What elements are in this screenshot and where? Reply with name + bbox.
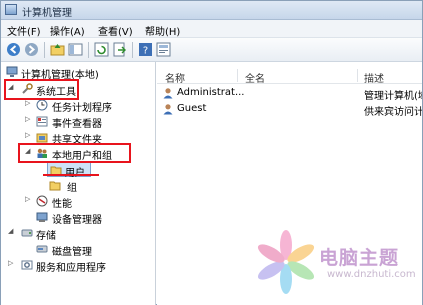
user-description: 管理计算机(域 <box>364 91 422 102</box>
column-header-name[interactable]: 名称 <box>165 70 185 85</box>
highlight-local-users-groups <box>18 143 131 163</box>
tree-item-device-manager[interactable]: 设备管理器 <box>3 210 153 226</box>
toolbar-separator <box>44 42 45 58</box>
tree-label: 服务和应用程序 <box>36 263 106 274</box>
column-header-fullname[interactable]: 全名 <box>245 70 265 85</box>
collapse-arrow-icon[interactable]: ◢ <box>8 227 16 235</box>
watermark-logo: 电脑主题 www.dnzhuti.com <box>247 221 422 303</box>
shared-folder-icon <box>36 133 48 143</box>
services-icon <box>21 260 33 270</box>
computer-icon <box>6 66 18 77</box>
tree-label: 存储 <box>36 231 56 242</box>
tree-label: 性能 <box>52 199 72 210</box>
watermark-url: www.dnzhuti.com <box>327 269 416 280</box>
device-manager-icon <box>36 212 48 222</box>
column-divider[interactable] <box>357 69 358 82</box>
computer-management-icon <box>5 4 17 15</box>
tree-item-services-apps[interactable]: ▷ 服务和应用程序 <box>3 258 153 274</box>
tree-item-disk-management[interactable]: 磁盘管理 <box>3 242 153 258</box>
list-header: 名称 全名 描述 <box>157 67 422 85</box>
expand-arrow-icon[interactable]: ▷ <box>25 115 33 123</box>
tree-label: 任务计划程序 <box>52 103 112 114</box>
menu-help[interactable]: 帮助(H) <box>145 23 180 38</box>
column-header-description[interactable]: 描述 <box>364 70 384 85</box>
tree-label: 组 <box>67 183 77 194</box>
tree-item-performance[interactable]: ▷ 性能 <box>3 194 153 210</box>
user-description: 供来宾访问计 <box>364 107 422 118</box>
svg-text:?: ? <box>143 46 148 57</box>
toolbar-separator <box>132 42 133 58</box>
expand-arrow-icon[interactable]: ▷ <box>25 195 33 203</box>
up-folder-icon[interactable] <box>50 42 65 57</box>
toolbar: ? <box>1 38 422 62</box>
menu-bar: 文件(F) 操作(A) 查看(V) 帮助(H) <box>1 20 422 38</box>
console-tree: 计算机管理(本地) ◢ 系统工具 ▷ 任务计划程序 ▷ 事件查看器 ▷ 共享文件… <box>1 62 156 305</box>
user-icon <box>163 88 173 99</box>
computer-management-window: 计算机管理 文件(F) 操作(A) 查看(V) 帮助(H) ? 计算机管理(本地… <box>0 0 423 305</box>
user-name: Guest <box>177 103 207 114</box>
expand-arrow-icon[interactable]: ▷ <box>8 259 16 267</box>
disk-icon <box>36 245 48 253</box>
refresh-icon[interactable] <box>94 42 109 57</box>
menu-file[interactable]: 文件(F) <box>7 23 41 38</box>
pinwheel-logo-icon <box>257 230 315 294</box>
highlight-users-underline <box>43 174 99 176</box>
properties-icon[interactable] <box>156 42 171 57</box>
tree-item-task-scheduler[interactable]: ▷ 任务计划程序 <box>3 98 153 114</box>
column-divider[interactable] <box>237 69 238 82</box>
list-item[interactable]: Guest 供来宾访问计 <box>157 101 422 118</box>
storage-icon <box>21 229 33 237</box>
expand-arrow-icon[interactable]: ▷ <box>25 131 33 139</box>
toolbar-separator <box>88 42 89 58</box>
back-arrow-icon[interactable] <box>6 42 21 57</box>
tree-item-event-viewer[interactable]: ▷ 事件查看器 <box>3 114 153 130</box>
tree-item-computer-management[interactable]: 计算机管理(本地) <box>3 65 153 81</box>
tree-item-storage[interactable]: ◢ 存储 <box>3 226 153 242</box>
menu-action[interactable]: 操作(A) <box>50 23 85 38</box>
help-icon[interactable]: ? <box>138 42 153 57</box>
expand-arrow-icon[interactable]: ▷ <box>25 99 33 107</box>
user-name: Administrat... <box>177 87 245 98</box>
event-viewer-icon <box>36 116 48 127</box>
highlight-system-tools <box>4 79 79 100</box>
forward-arrow-icon[interactable] <box>24 42 39 57</box>
menu-view[interactable]: 查看(V) <box>98 23 133 38</box>
show-hide-tree-icon[interactable] <box>68 42 83 57</box>
window-title: 计算机管理 <box>22 8 72 19</box>
tree-label: 用户 <box>65 164 85 179</box>
watermark-text: 电脑主题 <box>319 247 400 269</box>
tree-item-groups[interactable]: 组 <box>3 178 153 194</box>
export-list-icon[interactable] <box>112 42 127 57</box>
list-item[interactable]: Administrat... 管理计算机(域 <box>157 85 422 102</box>
title-bar: 计算机管理 <box>1 1 422 20</box>
tree-label: 磁盘管理 <box>52 247 92 258</box>
folder-icon <box>49 181 61 191</box>
tree-label: 事件查看器 <box>52 119 102 130</box>
performance-icon <box>36 195 48 207</box>
clock-icon <box>36 99 48 111</box>
tree-label: 设备管理器 <box>52 215 102 226</box>
user-icon <box>163 104 173 115</box>
